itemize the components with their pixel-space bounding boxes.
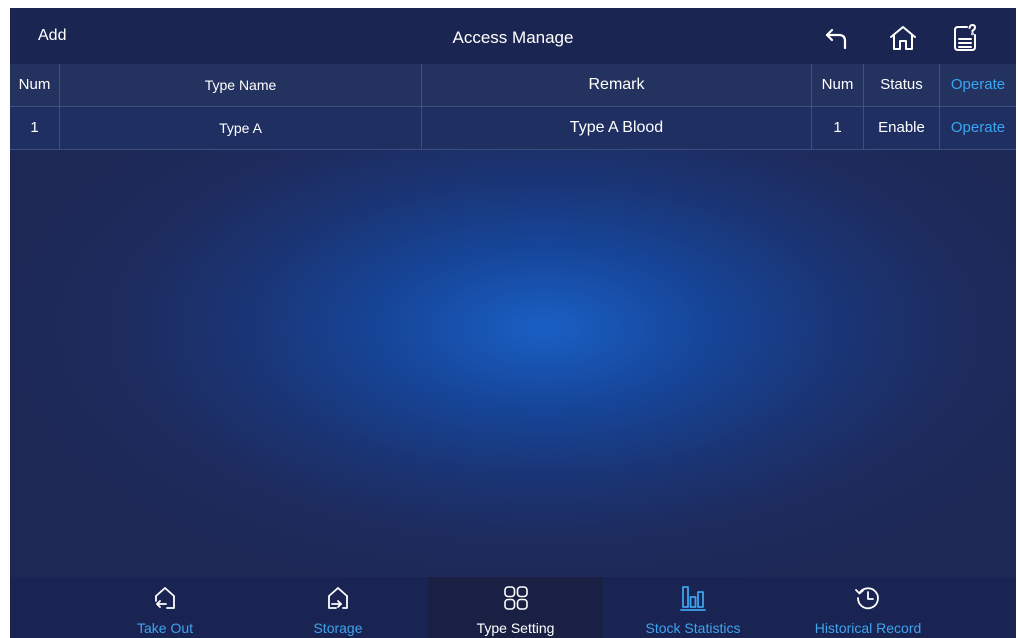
row-count: 1 <box>812 107 864 149</box>
page-title: Access Manage <box>452 28 574 47</box>
help-document-icon <box>954 24 976 51</box>
nav-stock-statistics-label: Stock Statistics <box>645 620 741 636</box>
nav-stock-statistics[interactable]: Stock Statistics <box>623 577 763 638</box>
back-button[interactable] <box>817 18 857 58</box>
column-header-operate: Operate <box>950 76 1006 93</box>
nav-take-out[interactable]: Take Out <box>110 577 220 638</box>
add-button[interactable]: Add <box>28 8 76 64</box>
table-header-row: Num Type Name Remark Num Status Operate <box>10 64 1016 107</box>
nav-historical-record-label: Historical Record <box>814 620 922 636</box>
historical-record-icon <box>853 583 883 613</box>
column-header-count: Num <box>812 64 864 106</box>
table-row[interactable]: 1 Type A Type A Blood 1 Enable Operate <box>10 107 1016 150</box>
row-num: 1 <box>10 107 60 149</box>
column-header-type-name: Type Name <box>60 64 422 106</box>
column-header-status: Status <box>864 64 940 106</box>
nav-type-setting-label: Type Setting <box>476 620 555 636</box>
column-header-remark: Remark <box>422 64 812 106</box>
access-table: Num Type Name Remark Num Status Operate … <box>10 64 1016 150</box>
nav-historical-record[interactable]: Historical Record <box>793 577 943 638</box>
row-type-name: Type A <box>60 107 422 149</box>
take-out-icon <box>150 583 180 613</box>
nav-storage[interactable]: Storage <box>283 577 393 638</box>
nav-type-setting[interactable]: Type Setting <box>428 577 603 638</box>
row-remark: Type A Blood <box>422 107 812 149</box>
storage-icon <box>323 583 353 613</box>
row-operate-link[interactable]: Operate <box>940 107 1016 149</box>
top-bar: Add Access Manage <box>10 8 1016 64</box>
back-icon <box>825 28 847 50</box>
bottom-nav: Take Out Storage Type Setting Stock Stat… <box>10 577 1016 638</box>
nav-take-out-label: Take Out <box>136 620 194 636</box>
home-button[interactable] <box>883 18 923 58</box>
stock-statistics-icon <box>678 583 708 613</box>
column-header-num: Num <box>10 64 60 106</box>
row-status: Enable <box>864 107 940 149</box>
home-icon <box>890 26 916 50</box>
nav-storage-label: Storage <box>313 620 363 636</box>
app-screen: Add Access Manage Num Type Name Remark N… <box>10 8 1016 638</box>
help-button[interactable] <box>945 18 985 58</box>
type-setting-icon <box>501 583 531 613</box>
